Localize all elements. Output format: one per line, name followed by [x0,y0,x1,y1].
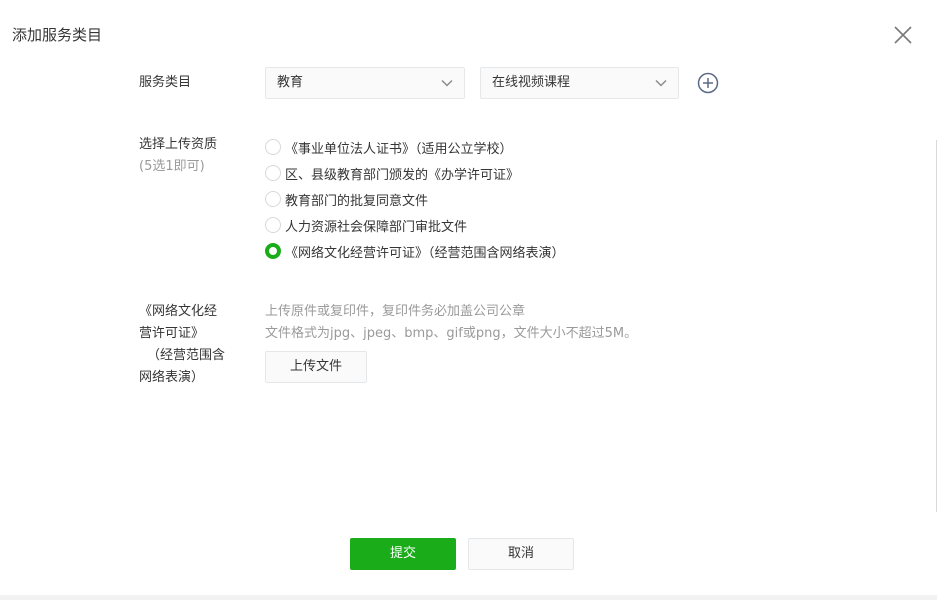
radio-label: 区、县级教育部门颁发的《办学许可证》 [285,167,520,183]
add-category-button[interactable] [697,72,719,94]
category-label: 服务类目 [139,75,192,90]
upload-label-line: 《网络文化经 [139,304,218,319]
chevron-down-icon [655,79,667,87]
upload-label-line: 网络表演） [139,370,205,385]
radio-label: 《网络文化经营许可证》（经营范围含网络表演） [285,245,565,261]
qualification-radio-group: 《事业单位法人证书》（适用公立学校） 区、县级教育部门颁发的《办学许可证》 教育… [265,134,565,264]
upload-file-button[interactable]: 上传文件 [265,351,367,383]
qualification-title: 选择上传资质 [139,137,218,152]
close-icon [894,26,912,44]
radio-option-internet-culture-license[interactable]: 《网络文化经营许可证》（经营范围含网络表演） [265,238,565,264]
chevron-down-icon [441,79,453,87]
radio-button[interactable] [265,139,281,155]
secondary-category-select[interactable]: 在线视频课程 [480,67,679,99]
radio-option-education-approval[interactable]: 教育部门的批复同意文件 [265,186,565,212]
upload-label-line: 营许可证》 [139,326,205,341]
primary-category-value: 教育 [277,75,304,90]
radio-button[interactable] [265,191,281,207]
radio-button-selected[interactable] [265,243,281,259]
upload-tip-line1: 上传原件或复印件，复印件务必加盖公司公章 [265,304,526,319]
radio-option-public-institution[interactable]: 《事业单位法人证书》（适用公立学校） [265,134,565,160]
upload-label-line: （经营范围含 [147,348,226,363]
dialog-title: 添加服务类目 [12,26,103,44]
bottom-divider [0,595,937,600]
add-service-category-dialog: 添加服务类目 服务类目 教育 在线视频课程 选择上传资质 (5选1即可) 《事业… [0,0,937,600]
radio-button[interactable] [265,217,281,233]
plus-circle-icon [697,72,719,94]
radio-label: 《事业单位法人证书》（适用公立学校） [285,141,513,157]
radio-button[interactable] [265,165,281,181]
qualification-label: 选择上传资质 (5选1即可) [139,134,217,178]
radio-option-hr-approval[interactable]: 人力资源社会保障部门审批文件 [265,212,565,238]
primary-category-select[interactable]: 教育 [265,67,465,99]
qualification-hint: (5选1即可) [139,159,205,174]
close-button[interactable] [892,24,914,46]
cancel-button[interactable]: 取消 [468,538,574,570]
upload-tip-line2: 文件格式为jpg、jpeg、bmp、gif或png，文件大小不超过5M。 [265,326,638,341]
radio-label: 教育部门的批复同意文件 [285,193,429,209]
submit-button[interactable]: 提交 [350,538,456,570]
radio-label: 人力资源社会保障部门审批文件 [285,219,468,235]
upload-label: 《网络文化经 营许可证》 （经营范围含 网络表演） [139,301,225,389]
radio-option-school-license[interactable]: 区、县级教育部门颁发的《办学许可证》 [265,160,565,186]
secondary-category-value: 在线视频课程 [492,75,571,90]
